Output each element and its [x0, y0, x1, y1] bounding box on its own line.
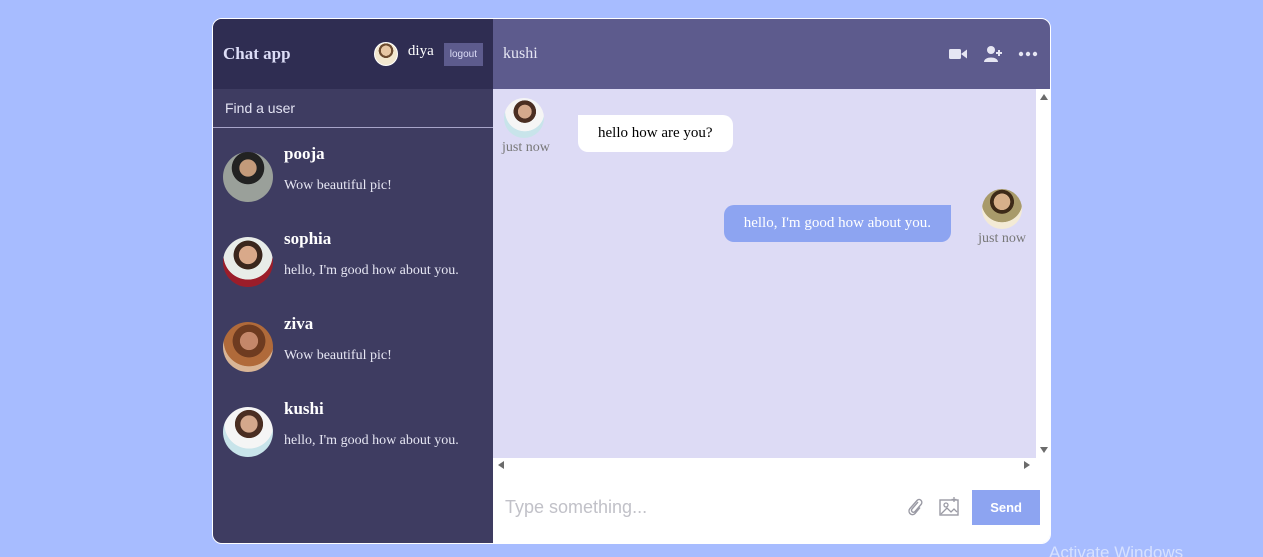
chat-last-message: Wow beautiful pic!: [284, 178, 392, 193]
send-area: Send: [904, 489, 1040, 525]
chat-header: kushi: [493, 19, 1050, 89]
user-search: [213, 89, 493, 128]
message-time: just now: [978, 231, 1026, 246]
message-time: just now: [502, 140, 550, 155]
sidebar-navbar: Chat app diya logout: [213, 19, 493, 89]
chat-name: ziva: [284, 314, 314, 333]
chat-header-icons: [948, 45, 1038, 63]
chat-last-message: hello, I'm good how about you.: [284, 263, 459, 278]
send-button[interactable]: Send: [972, 489, 1040, 525]
app-logo: Chat app: [223, 44, 291, 63]
find-user-input[interactable]: [225, 100, 481, 116]
chat-name: pooja: [284, 144, 325, 163]
scroll-up-icon[interactable]: [1040, 94, 1048, 100]
video-camera-icon[interactable]: [948, 45, 968, 63]
chat-app-window: Chat app diya logout pooja Wow beautiful…: [212, 18, 1051, 544]
chat-list: pooja Wow beautiful pic! sophia hello, I…: [213, 128, 493, 474]
message-outgoing: just now: [978, 189, 1026, 247]
chat-item-kushi[interactable]: kushi hello, I'm good how about you.: [213, 389, 493, 474]
scroll-down-icon[interactable]: [1040, 447, 1048, 453]
chat-item-sophia[interactable]: sophia hello, I'm good how about you.: [213, 219, 493, 304]
messages-scroll-container[interactable]: just now hello how are you? just now hel…: [493, 89, 1050, 473]
chat-item-pooja[interactable]: pooja Wow beautiful pic!: [213, 134, 493, 219]
vertical-scrollbar[interactable]: [1036, 89, 1050, 458]
scroll-left-icon[interactable]: [498, 461, 504, 469]
message-bubble: hello how are you?: [578, 115, 733, 152]
avatar: [223, 407, 273, 457]
chat-item-ziva[interactable]: ziva Wow beautiful pic!: [213, 304, 493, 389]
current-user-name: diya: [407, 42, 434, 59]
more-options-icon[interactable]: [1018, 45, 1038, 63]
image-icon[interactable]: [938, 496, 960, 518]
avatar: [223, 152, 273, 202]
avatar: [223, 322, 273, 372]
message-input[interactable]: [505, 496, 905, 518]
chat-last-message: Wow beautiful pic!: [284, 348, 392, 363]
messages-area: just now hello how are you? just now hel…: [493, 89, 1036, 458]
paperclip-icon[interactable]: [904, 496, 926, 518]
chat-name: sophia: [284, 229, 332, 248]
sender-avatar: [504, 98, 544, 138]
logout-button[interactable]: logout: [443, 42, 483, 66]
sidebar: Chat app diya logout pooja Wow beautiful…: [213, 19, 493, 543]
message-input-bar: Send: [493, 471, 1050, 543]
chat-last-message: hello, I'm good how about you.: [284, 433, 459, 448]
scroll-right-icon[interactable]: [1024, 461, 1030, 469]
chat-title: kushi: [503, 45, 538, 62]
avatar: [223, 237, 273, 287]
sender-avatar: [982, 189, 1023, 229]
add-user-icon[interactable]: [983, 45, 1003, 63]
chat-panel: kushi just now hello how are you? just n…: [493, 19, 1050, 543]
chat-name: kushi: [284, 399, 324, 418]
current-user-avatar: [373, 42, 398, 66]
activate-windows-watermark: Activate Windows: [1049, 543, 1184, 557]
message-incoming: just now: [502, 98, 550, 156]
current-user: diya logout: [373, 42, 483, 66]
message-bubble: hello, I'm good how about you.: [723, 205, 951, 242]
